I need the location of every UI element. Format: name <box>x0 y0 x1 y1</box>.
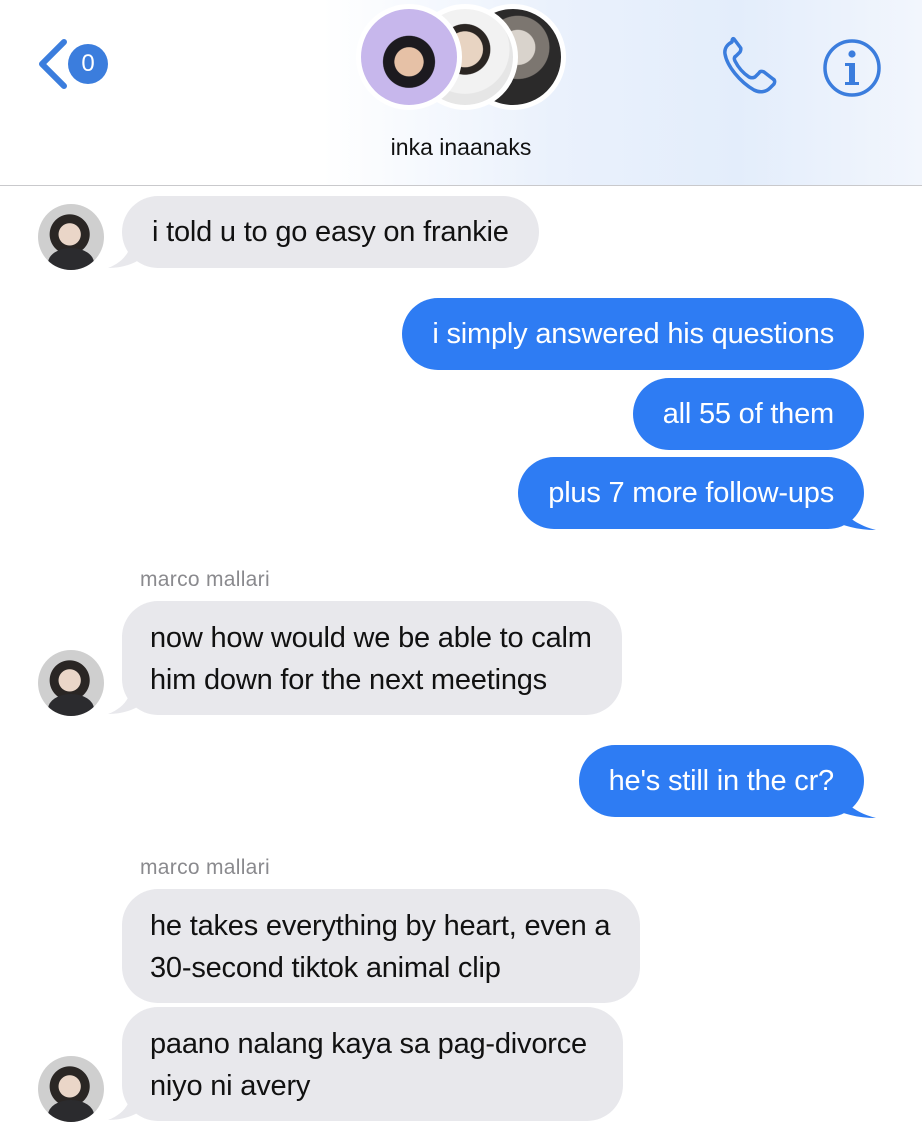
message-text: i simply answered his questions <box>432 318 834 350</box>
message-text: i told u to go easy on frankie <box>152 216 509 248</box>
sender-name: marco mallari <box>140 568 270 591</box>
avatar[interactable] <box>38 650 104 716</box>
message-bubble[interactable]: paano nalang kaya sa pag-divorce niyo ni… <box>122 1007 623 1121</box>
message-text-line: him down for the next meetings <box>150 664 547 696</box>
message-text-line: he takes everything by heart, even a <box>150 910 611 942</box>
phone-icon <box>723 36 777 94</box>
info-button[interactable] <box>822 38 882 98</box>
sender-name: marco mallari <box>140 856 270 879</box>
avatar <box>356 4 462 110</box>
message-bubble[interactable]: plus 7 more follow-ups <box>518 457 864 529</box>
info-icon <box>823 39 881 97</box>
message-text: all 55 of them <box>662 398 835 430</box>
avatar[interactable] <box>38 204 104 270</box>
message-bubble[interactable]: all 55 of them <box>632 378 864 450</box>
message-bubble[interactable]: he takes everything by heart, even a 30-… <box>122 889 641 1003</box>
message-text: he's still in the cr? <box>608 765 835 797</box>
message-text-line: now how would we be able to calm <box>150 622 592 654</box>
message-text-line: niyo ni avery <box>150 1070 311 1102</box>
message-text-line: paano nalang kaya sa pag-divorce <box>150 1028 587 1060</box>
message-text: plus 7 more follow-ups <box>548 477 834 509</box>
message-text-line: 30-second tiktok animal clip <box>150 952 501 984</box>
message-bubble[interactable]: i simply answered his questions <box>402 298 864 370</box>
message-bubble[interactable]: now how would we be able to calm him dow… <box>122 601 622 715</box>
call-button[interactable] <box>718 34 784 98</box>
back-button[interactable]: 0 <box>34 36 116 90</box>
message-bubble[interactable]: he's still in the cr? <box>578 745 864 817</box>
conversation-header: 0 inka inaanaks <box>0 0 922 186</box>
group-avatar-stack[interactable] <box>356 4 570 114</box>
group-name[interactable]: inka inaanaks <box>0 134 922 161</box>
message-bubble[interactable]: i told u to go easy on frankie <box>122 196 539 268</box>
avatar[interactable] <box>38 1056 104 1122</box>
back-chevron-icon <box>39 39 67 89</box>
unread-count-badge: 0 <box>68 44 108 84</box>
